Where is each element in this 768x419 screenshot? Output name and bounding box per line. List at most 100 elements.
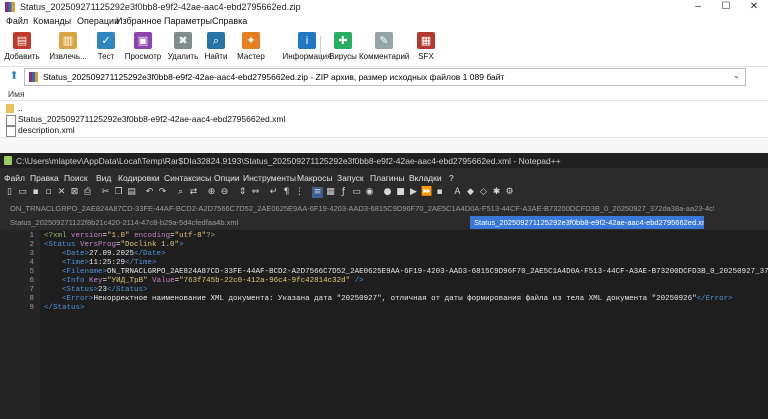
minimize-button[interactable]: – [684,0,712,14]
cut-icon[interactable]: ✂ [100,187,111,198]
file-list-header: Имя [0,87,768,101]
sync-vertical-icon[interactable]: ⇕ [237,187,248,198]
code-editor[interactable]: <?xml version="1.0" encoding="utf-8"?> <S… [40,230,768,419]
plugin-icon-4[interactable]: ⚙ [504,187,515,198]
path-dropdown-icon[interactable]: ⌄ [733,71,740,80]
macro-record-icon[interactable]: ● [382,187,393,198]
up-one-level-button[interactable]: ⬆ [6,68,22,84]
word-wrap-icon[interactable]: ↵ [268,187,279,198]
notepadpp-app-icon [4,156,12,165]
npp-menu-settings[interactable]: Опции [214,173,240,183]
doc-map-icon[interactable]: ▦ [325,187,336,198]
code-token: </Error> [696,295,733,303]
delete-icon: ✖ [174,32,192,49]
plugin-icon-3[interactable]: ✱ [491,187,502,198]
npp-menu-plugins[interactable]: Плагины [370,173,404,183]
copy-icon[interactable]: ❐ [113,187,124,198]
find-icon[interactable]: ⌕ [175,187,186,198]
zoom-out-icon[interactable]: ⊖ [219,187,230,198]
test-button[interactable]: ✓ Тест [86,32,126,66]
macro-stop-icon[interactable]: ■ [395,187,406,198]
virus-scan-button[interactable]: ✚ Вирусы [323,32,363,66]
open-file-icon[interactable]: ▭ [17,187,28,198]
paste-icon[interactable]: ▤ [126,187,137,198]
tab-status-file-active[interactable]: Status_202509271125292e3f0bb8-e9f2-42ae-… [470,216,704,229]
code-line: <?xml version="1.0" encoding="utf-8"?> [44,232,215,241]
undo-icon[interactable]: ↶ [144,187,155,198]
extract-button[interactable]: ▥ Извлечь... [48,32,88,66]
view-button[interactable]: ▣ Просмотр [123,32,163,66]
code-token: 11:25:29 [89,259,126,267]
code-token: <Info [62,277,90,285]
menu-help[interactable]: Справка [212,16,247,26]
replace-icon[interactable]: ⇄ [188,187,199,198]
line-number-gutter: 123456789 [0,230,40,419]
language-icon[interactable]: ≡ [312,187,323,198]
notepadpp-toolbar: ▯ ▭ ▪ ▫ ✕ ⊠ ⎙ ✂ ❐ ▤ ↶ ↷ ⌕ ⇄ ⊕ ⊖ ⇕ ⇔ ↵ ¶ … [0,185,768,202]
comment-button[interactable]: ✎ Комментарий [359,32,409,66]
npp-menu-encoding[interactable]: Кодировки [118,173,160,183]
npp-menu-help[interactable]: ? [449,173,454,183]
winrar-app-icon [5,2,15,12]
zip-archive-icon [29,72,38,82]
folder-workspace-icon[interactable]: ▭ [351,187,362,198]
sfx-button[interactable]: ▦ SFX [406,32,446,66]
show-all-chars-icon[interactable]: ¶ [281,187,292,198]
menu-favorites[interactable]: Избранное [116,16,162,26]
file-row[interactable]: Status_202509271125292e3f0bb8-e9f2-42ae-… [0,114,768,126]
indent-guide-icon[interactable]: ⋮ [294,187,305,198]
close-file-icon[interactable]: ✕ [56,187,67,198]
macro-save-icon[interactable]: ▪ [434,187,445,198]
winrar-window-title: Status_202509271125292e3f0bb8-e9f2-42ae-… [20,2,301,12]
code-line: <Status VersProg="Doclink 1.0"> [44,241,184,250]
menu-file[interactable]: Файл [6,16,28,26]
npp-menu-edit[interactable]: Правка [30,173,59,183]
function-list-icon[interactable]: ƒ [338,187,349,198]
redo-icon[interactable]: ↷ [157,187,168,198]
tab-status-file-inactive[interactable]: Status_202509271122f8b21c420-2114-47c8-b… [6,216,252,229]
print-icon[interactable]: ⎙ [82,187,93,198]
plugin-icon-1[interactable]: ◆ [465,187,476,198]
archive-path-field[interactable]: Status_202509271125292e3f0bb8-e9f2-42ae-… [24,68,746,86]
file-row-parent[interactable]: .. [0,103,768,114]
close-button[interactable]: ✕ [740,0,768,14]
plugin-icon-2[interactable]: ◇ [478,187,489,198]
macro-play-icon[interactable]: ▶ [408,187,419,198]
file-row[interactable]: description.xml [0,125,768,137]
npp-menu-tools[interactable]: Инструменты [243,173,296,183]
save-icon[interactable]: ▪ [30,187,41,198]
menu-commands[interactable]: Команды [33,16,71,26]
zoom-in-icon[interactable]: ⊕ [206,187,217,198]
menu-operations[interactable]: Операции [77,16,119,26]
line-number: 6 [29,277,34,285]
npp-menu-language[interactable]: Синтаксисы [164,173,211,183]
npp-menu-window[interactable]: Вкладки [409,173,442,183]
code-token: </Time> [125,259,157,267]
npp-menu-run[interactable]: Запуск [337,173,364,183]
sync-horizontal-icon[interactable]: ⇔ [250,187,261,198]
npp-menu-macro[interactable]: Макросы [297,173,332,183]
npp-menu-view[interactable]: Вид [96,173,111,183]
column-name-header[interactable]: Имя [8,89,25,99]
code-line: <Info Key="УИД_ТрВ" Value="763f745b-22c0… [44,277,364,286]
code-token: "Doclink 1.0" [120,241,180,249]
new-file-icon[interactable]: ▯ [4,187,15,198]
code-token: > [179,241,184,249]
tab-filename-file[interactable]: ON_TRNACLGRPO_2AE824A87CD-33FE-44AF-BCD2… [6,202,714,215]
winrar-status-bar [0,137,768,154]
file-name: Status_202509271125292e3f0bb8-e9f2-42ae-… [18,114,286,124]
find-button[interactable]: ⌕ Найти [196,32,236,66]
macro-run-multiple-icon[interactable]: ⏩ [421,187,432,198]
wizard-button[interactable]: ✦ Мастер [231,32,271,66]
menu-options[interactable]: Параметры [164,16,212,26]
maximize-button[interactable]: ☐ [712,0,740,14]
save-all-icon[interactable]: ▫ [43,187,54,198]
npp-menu-search[interactable]: Поиск [64,173,88,183]
xml-file-icon [6,126,16,137]
npp-menu-file[interactable]: Файл [4,173,25,183]
spell-check-icon[interactable]: A [452,187,463,198]
add-button[interactable]: ▤ Добавить [2,32,42,66]
monitoring-icon[interactable]: ◉ [364,187,375,198]
close-all-icon[interactable]: ⊠ [69,187,80,198]
